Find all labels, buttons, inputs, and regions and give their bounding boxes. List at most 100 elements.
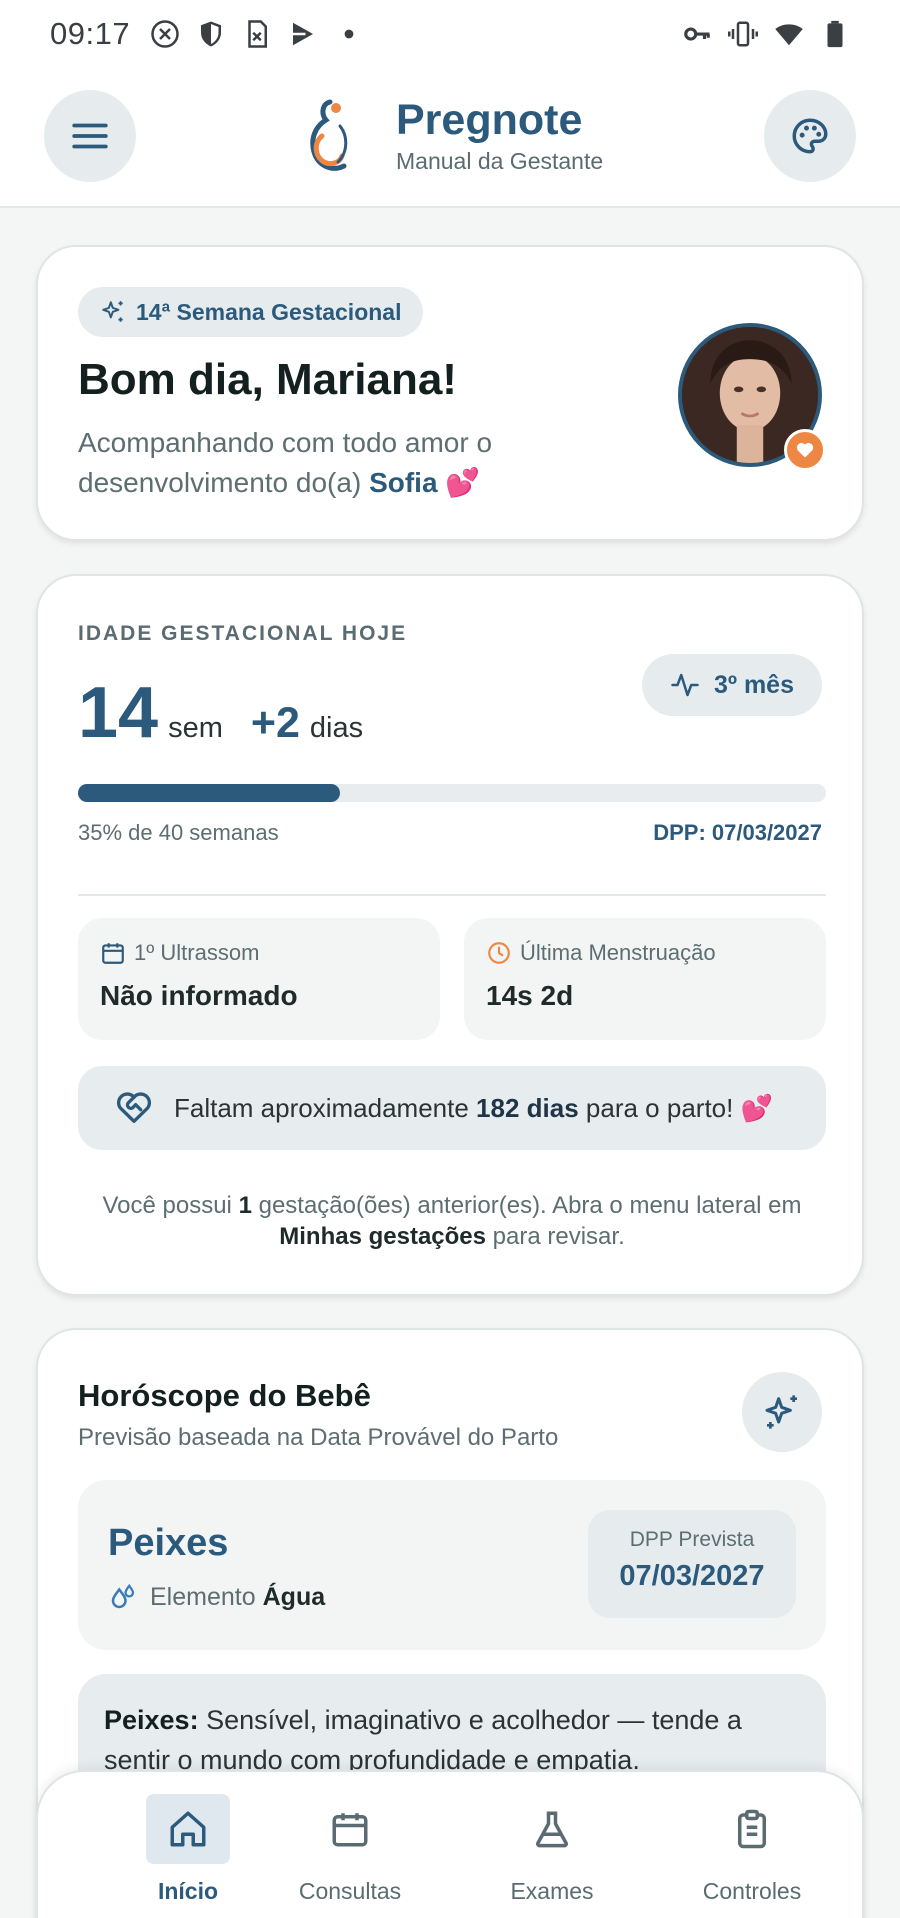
horoscope-title: Horóscope do Bebê [78, 1378, 371, 1413]
brand: Pregnote Manual da Gestante [300, 96, 603, 178]
countdown-prefix: Faltam aproximadamente [174, 1092, 469, 1123]
last-period-label: Última Menstruação [520, 940, 716, 965]
due-date-caption: DPP: 07/03/2027 [653, 820, 822, 845]
calendar-icon [332, 1813, 368, 1847]
status-left-icons [150, 19, 364, 49]
wifi-icon [774, 19, 804, 49]
ultrasound-label: 1º Ultrassom [134, 940, 260, 965]
my-pregnancies-link[interactable]: Minhas gestações [279, 1223, 486, 1250]
water-drops-icon [111, 1583, 135, 1609]
avatar-heart-badge [784, 429, 826, 471]
flask-icon [536, 1811, 568, 1848]
nav-home-icon-wrap [146, 1794, 230, 1864]
sparkles-icon [102, 301, 123, 322]
shield-icon [196, 19, 226, 49]
bottom-navigation: Início Consultas Exames Controles [36, 1770, 864, 1918]
age-days: +2 [250, 699, 300, 747]
greeting-card: 14ª Semana Gestacional Bom dia, Mariana!… [36, 245, 864, 541]
heart-icon [796, 443, 814, 458]
pulse-icon [671, 673, 699, 697]
age-weeks-unit: sem [168, 712, 223, 744]
ultrasound-info-box[interactable]: 1º Ultrassom Não informado [78, 918, 440, 1040]
gestational-week-chip: 14ª Semana Gestacional [78, 287, 424, 337]
heart-emoji: 💕 [445, 467, 481, 498]
age-weeks: 14 [78, 673, 159, 753]
divider [78, 894, 826, 896]
element-value: Água [262, 1582, 326, 1611]
nav-label-consultas: Consultas [298, 1878, 402, 1904]
app-subtitle: Manual da Gestante [396, 148, 604, 174]
key-icon [682, 19, 712, 49]
app-header: Pregnote Manual da Gestante [0, 68, 900, 208]
greeting-title: Bom dia, Mariana! [78, 355, 457, 404]
nav-exames-icon-wrap [510, 1794, 594, 1864]
vibrate-icon [728, 19, 758, 49]
expected-due-date-label: DPP Prevista [629, 1528, 755, 1551]
prev-count: 1 [238, 1192, 252, 1219]
nav-label-controles: Controles [702, 1878, 802, 1904]
gestational-age-value: 14 sem +2 dias [78, 672, 363, 754]
close-circle-icon [150, 19, 180, 49]
nav-label-exames: Exames [510, 1878, 594, 1904]
last-period-header: Última Menstruação [486, 940, 804, 966]
status-right-icons [682, 19, 850, 49]
pregnancy-progress-bar [78, 784, 826, 802]
prev-suffix: para revisar. [492, 1223, 625, 1250]
greeting-text: Acompanhando com todo amor o desenvolvim… [78, 423, 618, 503]
progress-caption: 35% de 40 semanas [78, 820, 279, 845]
description-sign: Peixes: [104, 1705, 199, 1735]
sim-icon [242, 19, 272, 49]
brand-text: Pregnote Manual da Gestante [396, 99, 603, 175]
gestational-age-card: IDADE GESTACIONAL HOJE 14 sem +2 dias 3º… [36, 574, 864, 1296]
previous-pregnancies-note: Você possui 1 gestação(ões) anterior(es)… [78, 1190, 826, 1252]
status-bar: 09:17 [0, 0, 900, 68]
clock-icon [488, 942, 510, 964]
month-chip-label: 3º mês [713, 670, 794, 699]
calendar-icon [102, 943, 124, 964]
play-store-icon [288, 19, 318, 49]
ultrasound-header: 1º Ultrassom [100, 940, 418, 966]
expected-due-date-value: 07/03/2027 [619, 1560, 765, 1592]
menu-button[interactable] [44, 90, 136, 182]
app-title: Pregnote [396, 96, 583, 144]
sparkles-icon [765, 1395, 797, 1429]
hamburger-menu-icon [72, 123, 108, 149]
theme-palette-button[interactable] [764, 90, 856, 182]
birth-countdown-banner: Faltam aproximadamente 182 dias para o p… [78, 1066, 826, 1150]
nav-item-exames[interactable]: Exames [452, 1794, 652, 1905]
horoscope-sparkle-button[interactable] [742, 1372, 822, 1452]
status-time: 09:17 [50, 16, 131, 51]
clipboard-icon [738, 1809, 766, 1849]
pregnancy-progress-fill [78, 784, 340, 802]
zodiac-element: Elemento Água [108, 1582, 325, 1612]
month-chip: 3º mês [641, 654, 822, 716]
age-days-unit: dias [309, 712, 364, 744]
nav-item-consultas[interactable]: Consultas [250, 1794, 450, 1905]
dot-icon [334, 19, 364, 49]
description-text: Sensível, imaginativo e acolhedor — tend… [104, 1705, 742, 1775]
pregnote-logo-icon [310, 99, 348, 171]
zodiac-sign-box: Peixes Elemento Água DPP Prevista 07/03/… [78, 1480, 826, 1650]
week-chip-label: 14ª Semana Gestacional [136, 298, 402, 325]
last-period-info-box[interactable]: Última Menstruação 14s 2d [464, 918, 826, 1040]
horoscope-subtitle: Previsão baseada na Data Provável do Par… [78, 1424, 559, 1451]
countdown-emoji: 💕 [740, 1092, 773, 1123]
battery-icon [820, 19, 850, 49]
ultrasound-value: Não informado [100, 980, 298, 1011]
gestational-age-caption: IDADE GESTACIONAL HOJE [78, 622, 408, 645]
baby-name: Sofia [369, 467, 438, 498]
last-period-value: 14s 2d [486, 980, 574, 1011]
expected-due-date-box: DPP Prevista 07/03/2027 [588, 1510, 796, 1618]
zodiac-sign-name: Peixes [108, 1522, 229, 1564]
prev-middle: gestação(ões) anterior(es). Abra o menu … [258, 1192, 802, 1219]
prev-prefix: Você possui [102, 1192, 232, 1219]
countdown-text: Faltam aproximadamente 182 dias para o p… [174, 1093, 773, 1124]
element-label: Elemento [150, 1582, 256, 1611]
countdown-days: 182 dias [476, 1092, 579, 1123]
countdown-suffix: para o parto! [585, 1092, 734, 1123]
palette-icon [792, 118, 828, 154]
home-icon [170, 1811, 206, 1847]
nav-item-controles[interactable]: Controles [652, 1794, 852, 1905]
nav-consultas-icon-wrap [308, 1794, 392, 1864]
nav-controles-icon-wrap [710, 1794, 794, 1864]
